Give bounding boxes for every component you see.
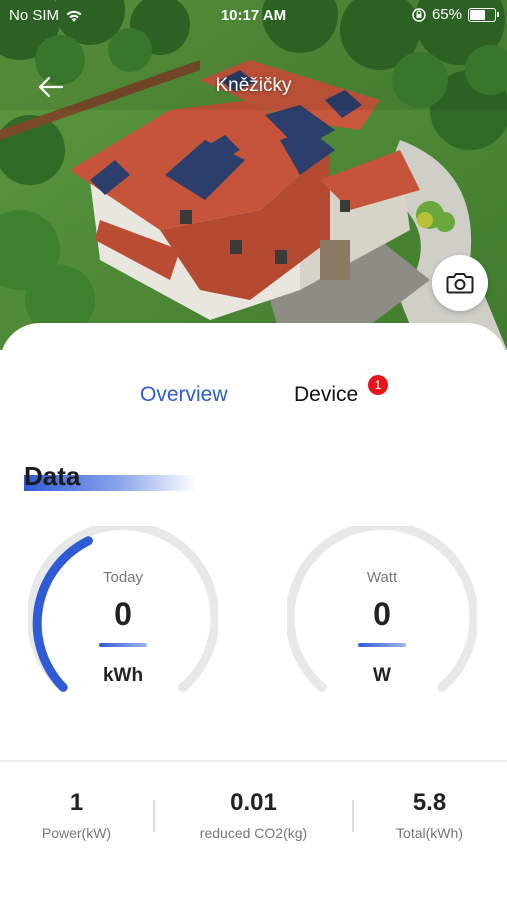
stat-value: 0.01 — [230, 789, 277, 816]
gauge-unit: W — [373, 665, 391, 686]
camera-button[interactable] — [432, 255, 488, 311]
status-bar: No SIM 10:17 AM 65% — [0, 0, 507, 30]
today-gauge: Today 0 kWh — [28, 526, 218, 701]
gauge-label: Today — [102, 569, 144, 586]
tab-device[interactable]: Device — [294, 383, 358, 407]
device-notification-badge: 1 — [368, 375, 388, 395]
stat-separator — [153, 800, 155, 832]
tab-overview[interactable]: Overview — [140, 383, 228, 407]
gauge-value-underline — [358, 643, 406, 647]
stat-total: 5.8 Total(kWh) — [345, 789, 507, 841]
gauge-value-underline — [99, 643, 147, 647]
gauge-value: 0 — [114, 596, 132, 632]
stat-label: reduced CO2(kg) — [199, 825, 308, 841]
gauge-label: Watt — [366, 569, 398, 586]
stat-label: Power(kW) — [41, 825, 112, 841]
battery-percent: 65% — [431, 6, 462, 23]
stat-label: Total(kWh) — [396, 825, 463, 841]
stat-co2: 0.01 reduced CO2(kg) — [169, 789, 338, 841]
orientation-lock-icon — [412, 7, 426, 22]
gauge-unit: kWh — [102, 665, 144, 686]
tab-bar: Overview Device 1 — [0, 375, 507, 419]
house-photo — [0, 0, 507, 350]
camera-icon — [446, 273, 474, 294]
watt-gauge: Watt 0 W — [287, 526, 477, 701]
stat-value: 5.8 — [412, 789, 447, 816]
content-sheet: Overview Device 1 Data Today 0 kWh Watt … — [0, 323, 507, 900]
section-title: Data — [24, 461, 81, 491]
stat-power: 1 Power(kW) — [0, 789, 161, 841]
divider — [0, 760, 507, 762]
page-title: Kněžičky — [215, 75, 292, 96]
gauge-value: 0 — [373, 596, 391, 632]
status-right: 65% — [412, 6, 499, 23]
battery-fill — [470, 9, 485, 20]
battery-icon — [468, 7, 499, 22]
stat-value: 1 — [69, 789, 84, 816]
